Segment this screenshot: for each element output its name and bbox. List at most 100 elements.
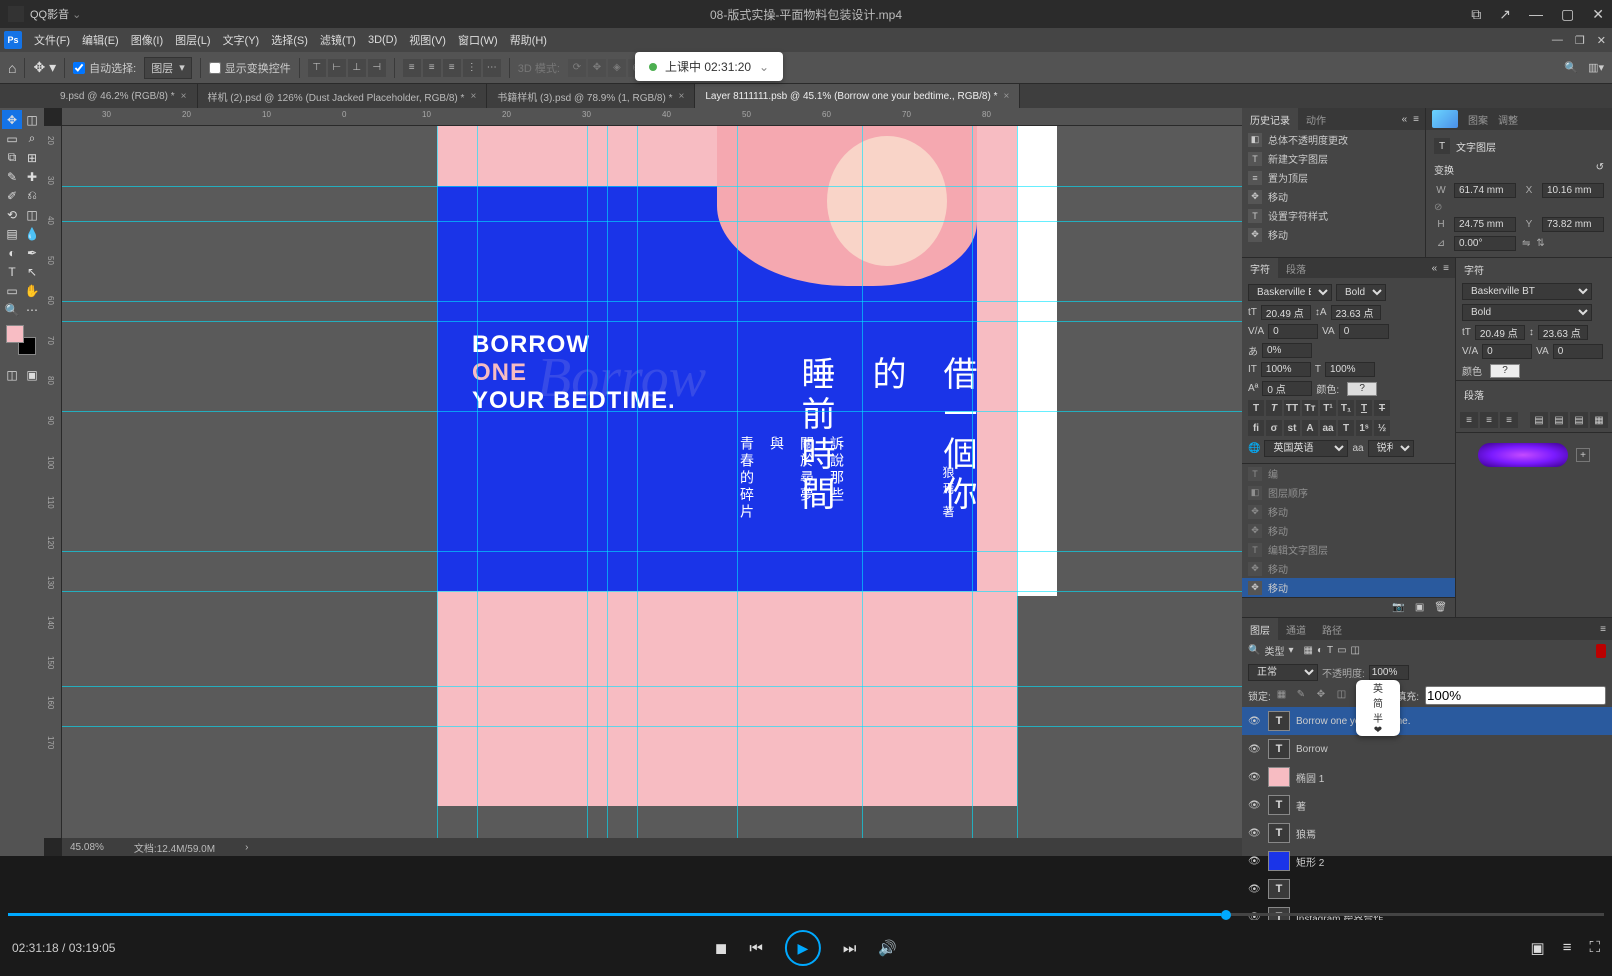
stamp-tool[interactable]: ⎌ [22, 186, 42, 205]
edit-toolbar[interactable]: ⋯ [22, 300, 42, 319]
pen-tool[interactable]: ✒ [22, 243, 42, 262]
filter-shape-icon[interactable]: ▭ [1337, 645, 1346, 656]
blend-mode-select[interactable]: 正常 [1248, 664, 1318, 681]
guide-horizontal[interactable] [62, 221, 1242, 222]
justify-right-button[interactable]: ▤ [1570, 412, 1588, 428]
superscript-button[interactable]: T¹ [1320, 400, 1336, 416]
align-top-icon[interactable]: ⊤ [308, 59, 326, 77]
vscale-input[interactable] [1261, 362, 1311, 377]
menu-filter[interactable]: 滤镜(T) [314, 32, 362, 48]
link-icon[interactable]: ⊘ [1434, 202, 1442, 213]
close-icon[interactable]: × [1003, 91, 1009, 102]
quickmask-icon[interactable]: ◫ [2, 365, 22, 384]
tab-patterns[interactable]: 图案 [1468, 112, 1488, 127]
color-swatches[interactable] [6, 325, 36, 355]
menu-layer[interactable]: 图层(L) [169, 32, 216, 48]
visibility-icon[interactable]: 👁 [1248, 828, 1262, 839]
guide-horizontal[interactable] [62, 591, 1242, 592]
tab-history[interactable]: 历史记录 [1242, 108, 1298, 130]
playlist-button[interactable]: ≡ [1563, 939, 1572, 957]
reset-icon[interactable]: ↺ [1596, 162, 1604, 177]
screenmode-icon[interactable]: ▣ [22, 365, 42, 384]
strike-button[interactable]: T [1374, 400, 1390, 416]
allcaps-button[interactable]: TT [1284, 400, 1300, 416]
history-brush-tool[interactable]: ⟲ [2, 205, 22, 224]
marquee-tool[interactable]: ▭ [2, 129, 22, 148]
history-panel-tail[interactable]: T编 ◧图层顺序 ✥移动 ✥移动 T编辑文字图层 ✥移动 ✥移动 [1242, 463, 1455, 597]
align-left-icon[interactable]: ⊣ [368, 59, 386, 77]
x-input[interactable] [1542, 183, 1604, 198]
smallcaps-button[interactable]: Tт [1302, 400, 1318, 416]
filter-pixel-icon[interactable]: ▦ [1303, 645, 1312, 656]
tab-channels[interactable]: 通道 [1278, 618, 1314, 640]
guide-vertical[interactable] [862, 126, 863, 838]
maximize-icon[interactable]: ▢ [1561, 6, 1574, 23]
delete-icon[interactable]: 🗑 [1434, 602, 1447, 613]
tab-doc-0[interactable]: 9.psd @ 46.2% (RGB/8) *× [50, 84, 198, 108]
lock-pos-icon[interactable]: ✥ [1317, 689, 1331, 703]
text-color-swatch-mini[interactable]: ? [1490, 364, 1520, 378]
angle-input[interactable] [1454, 236, 1516, 251]
visibility-icon[interactable]: 👁 [1248, 884, 1262, 895]
search-icon[interactable]: 🔍 [1564, 61, 1578, 74]
eraser-tool[interactable]: ◫ [22, 205, 42, 224]
opentype-half[interactable]: ½ [1374, 420, 1390, 436]
guide-horizontal[interactable] [62, 321, 1242, 322]
menu-help[interactable]: 帮助(H) [504, 32, 553, 48]
add-gradient-icon[interactable]: + [1576, 448, 1590, 462]
guide-vertical[interactable] [737, 126, 738, 838]
app-dropdown-icon[interactable]: ⌄ [72, 8, 81, 21]
move-tool[interactable]: ✥ [2, 110, 22, 129]
filter-smart-icon[interactable]: ◫ [1351, 645, 1360, 656]
width-input[interactable] [1454, 183, 1516, 198]
visibility-icon[interactable]: 👁 [1248, 772, 1262, 783]
type-tool[interactable]: T [2, 262, 22, 281]
nav-thumb[interactable] [1432, 110, 1458, 128]
status-arrow-icon[interactable]: › [245, 842, 248, 853]
opentype-sigma[interactable]: σ [1266, 420, 1282, 436]
guide-vertical[interactable] [587, 126, 588, 838]
menu-image[interactable]: 图像(I) [125, 32, 169, 48]
pip-icon[interactable]: ⧉ [1471, 6, 1481, 23]
lang-select[interactable]: 英国英语 [1264, 440, 1348, 457]
brush-tool[interactable]: ✐ [2, 186, 22, 205]
tab-layers[interactable]: 图层 [1242, 618, 1278, 640]
flip-v-icon[interactable]: ⇅ [1536, 238, 1544, 249]
menu-view[interactable]: 视图(V) [403, 32, 452, 48]
assistant-widget[interactable]: 英 简 半 ❤ [1356, 680, 1400, 736]
opentype-ad[interactable]: aa [1320, 420, 1336, 436]
guide-horizontal[interactable] [62, 551, 1242, 552]
tsume-input[interactable] [1262, 343, 1312, 358]
opentype-st[interactable]: st [1284, 420, 1300, 436]
visibility-icon[interactable]: 👁 [1248, 856, 1262, 867]
panel-menu-icon[interactable]: ≡ [1600, 624, 1606, 635]
close-icon[interactable]: × [678, 91, 684, 102]
opentype-T1[interactable]: T [1338, 420, 1354, 436]
workspace-icon[interactable]: ▥▾ [1588, 61, 1604, 74]
auto-select-checkbox[interactable]: 自动选择: [73, 60, 136, 76]
doc-minimize-icon[interactable]: — [1552, 34, 1563, 47]
more-icon[interactable]: ⋯ [483, 59, 501, 77]
zoom-tool[interactable]: 🔍 [2, 300, 22, 319]
tab-adjust[interactable]: 调整 [1498, 112, 1518, 127]
menu-edit[interactable]: 编辑(E) [76, 32, 125, 48]
guide-vertical[interactable] [637, 126, 638, 838]
minimize-icon[interactable]: — [1529, 6, 1543, 22]
flip-h-icon[interactable]: ⇋ [1522, 238, 1530, 249]
frame-tool[interactable]: ⊞ [22, 148, 42, 167]
font-weight-select-mini[interactable]: Bold [1462, 304, 1592, 321]
opacity-input[interactable] [1369, 665, 1409, 680]
visibility-icon[interactable]: 👁 [1248, 800, 1262, 811]
tab-doc-3[interactable]: Layer 8111111.psb @ 45.1% (Borrow one yo… [695, 84, 1020, 108]
visibility-icon[interactable]: 👁 [1248, 744, 1262, 755]
gradient-tool[interactable]: ▤ [2, 224, 22, 243]
stop-button[interactable]: ◼ [715, 939, 727, 957]
lock-trans-icon[interactable]: ▦ [1277, 689, 1291, 703]
canvas[interactable]: 30 20 10 0 10 20 30 40 50 60 70 80 20 30… [44, 108, 1242, 856]
panel-menu-icon[interactable]: ≡ [1443, 263, 1449, 274]
menu-type[interactable]: 文字(Y) [217, 32, 266, 48]
close-icon[interactable]: × [470, 91, 476, 102]
underline-button[interactable]: T [1356, 400, 1372, 416]
next-button[interactable]: ⏭ [843, 940, 857, 957]
panel-menu-icon[interactable]: ≡ [1413, 114, 1419, 125]
